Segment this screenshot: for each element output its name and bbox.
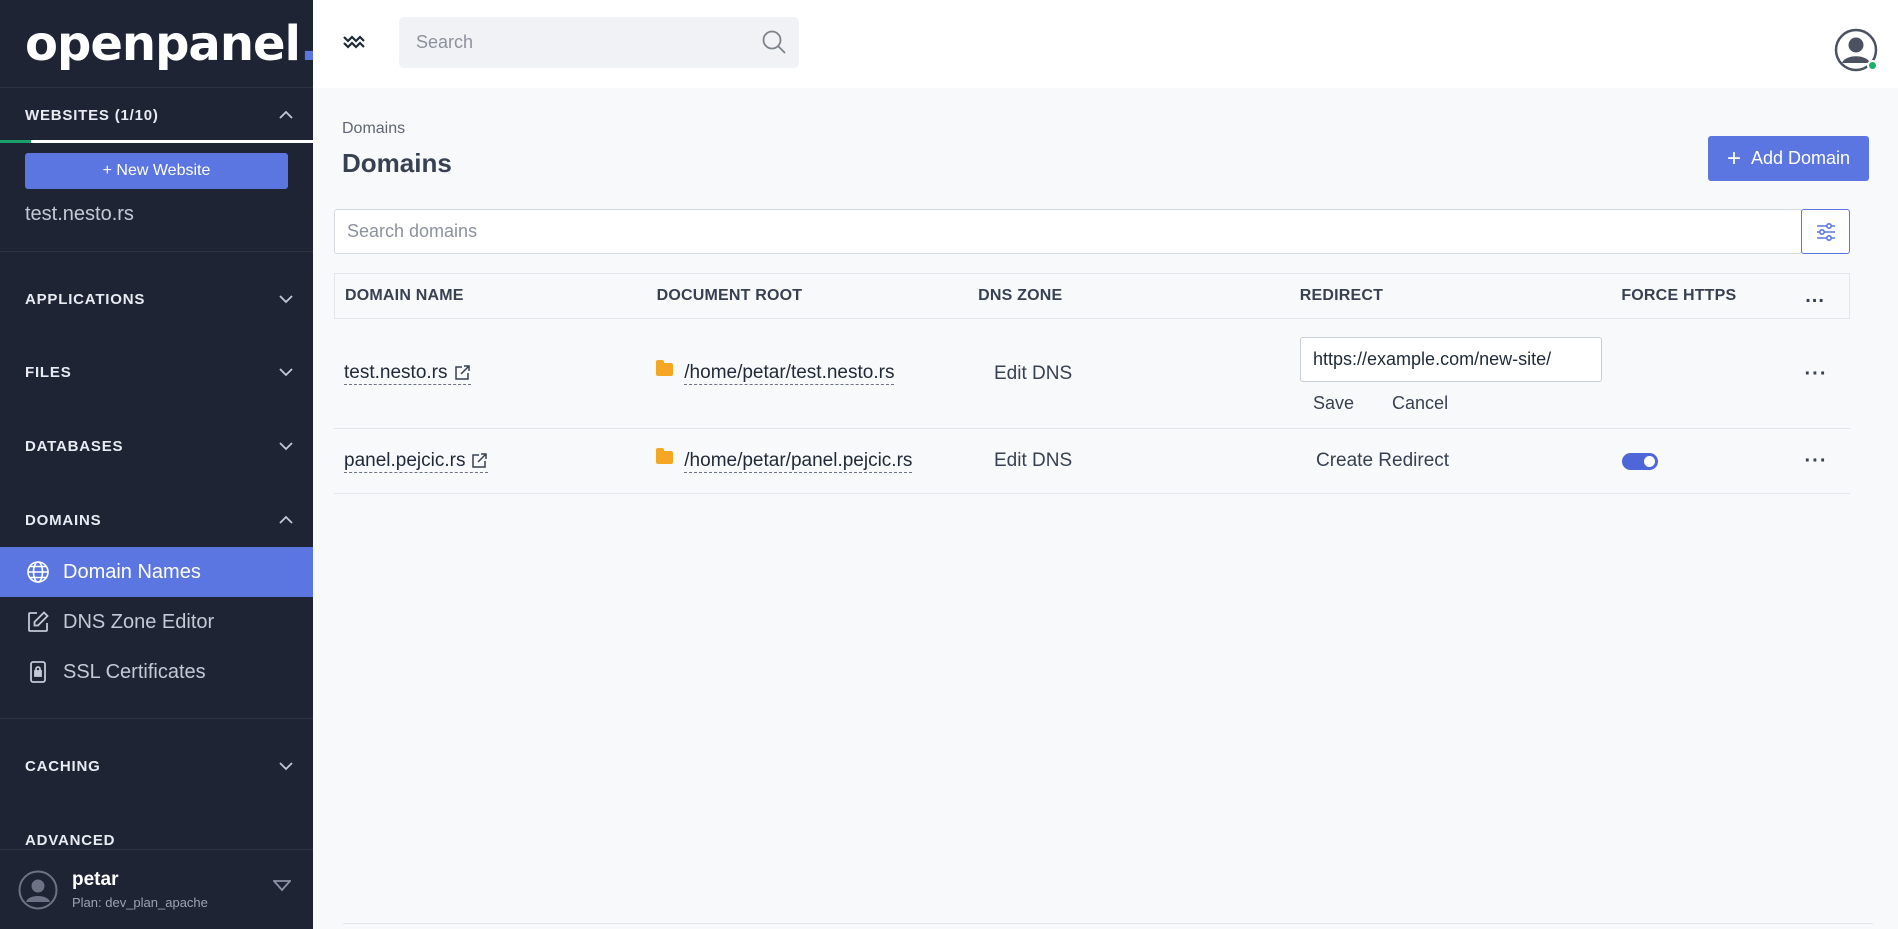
external-link-icon [472, 452, 488, 468]
sidebar-section-caching[interactable]: CACHING [0, 739, 313, 793]
user-plan: Plan: dev_plan_apache [72, 895, 208, 910]
globe-icon [25, 559, 51, 585]
external-link-icon [454, 365, 470, 380]
domain-search-input[interactable]: Search domains [334, 209, 1802, 254]
folder-icon [656, 447, 673, 464]
websites-section-header[interactable]: WEBSITES (1/10) [0, 88, 313, 142]
col-dns-zone[interactable]: DNS ZONE [978, 287, 1300, 305]
sidebar-item-domain-names[interactable]: Domain Names [0, 547, 313, 597]
section-label: DATABASES [25, 437, 124, 455]
sliders-icon [1816, 222, 1835, 241]
sidebar-section-files[interactable]: FILES [0, 345, 313, 399]
domains-table: DOMAIN NAME DOCUMENT ROOT DNS ZONE REDIR… [334, 273, 1850, 494]
caret-down-icon[interactable] [273, 880, 291, 892]
sidebar-section-domains[interactable]: DOMAINS [0, 493, 313, 547]
sidebar-item-label: SSL Certificates [63, 660, 206, 683]
chevron-down-icon [279, 442, 293, 451]
domain-search-placeholder: Search domains [347, 221, 478, 241]
redirect-value: https://example.com/new-site/ [1313, 349, 1552, 369]
footer-divider [343, 923, 1873, 924]
cancel-redirect-button[interactable]: Cancel [1392, 393, 1448, 414]
table-row: panel.pejcic.rs /home/petar/panel.pejcic… [334, 429, 1850, 494]
main-content: Domains Domains + Add Domain Search doma… [313, 88, 1898, 929]
row-actions-menu[interactable]: ··· [1805, 364, 1828, 384]
global-search-input[interactable]: Search [399, 17, 799, 68]
save-redirect-button[interactable]: Save [1313, 393, 1354, 414]
sidebar-item-dns-zone-editor[interactable]: DNS Zone Editor [0, 597, 313, 647]
chevron-up-icon [279, 515, 293, 524]
sidebar-item-label: Domain Names [63, 560, 201, 583]
breadcrumb[interactable]: Domains [342, 120, 405, 138]
domain-name: test.nesto.rs [344, 362, 448, 383]
chevron-down-icon [279, 368, 293, 377]
domain-link[interactable]: panel.pejcic.rs [344, 449, 489, 473]
topbar: Search [313, 0, 1898, 88]
document-root-link[interactable]: /home/petar/panel.pejcic.rs [684, 450, 913, 473]
sidebar-section-databases[interactable]: DATABASES [0, 419, 313, 473]
chevron-up-icon [279, 110, 293, 119]
col-force-https[interactable]: FORCE HTTPS [1621, 287, 1781, 305]
page-title: Domains [342, 148, 452, 178]
sidebar-section-applications[interactable]: APPLICATIONS [0, 272, 313, 326]
sidebar-site-link[interactable]: test.nesto.rs [0, 189, 313, 251]
section-label: CACHING [25, 757, 101, 775]
toggle-knob [1644, 455, 1655, 467]
chevron-down-icon [279, 762, 293, 771]
add-domain-button[interactable]: + Add Domain [1708, 136, 1869, 181]
col-actions-menu[interactable]: ... [1781, 286, 1849, 306]
row-actions-menu[interactable]: ··· [1805, 451, 1828, 471]
new-website-button[interactable]: + New Website [25, 153, 288, 189]
logo[interactable]: openpanel. [0, 0, 313, 88]
section-label: FILES [25, 363, 72, 381]
edit-dns-button[interactable]: Edit DNS [978, 363, 1072, 384]
user-avatar-icon [18, 870, 58, 909]
section-label: APPLICATIONS [25, 290, 146, 308]
lock-icon [25, 659, 51, 685]
document-root-link[interactable]: /home/petar/test.nesto.rs [684, 362, 895, 385]
user-name: petar [72, 869, 119, 890]
section-label: ADVANCED [25, 831, 116, 849]
search-icon[interactable] [761, 29, 787, 55]
col-document-root[interactable]: DOCUMENT ROOT [657, 287, 979, 305]
search-placeholder: Search [416, 32, 474, 52]
online-status-dot [1867, 60, 1878, 71]
domain-name: panel.pejcic.rs [344, 449, 466, 471]
redirect-input[interactable]: https://example.com/new-site/ [1300, 337, 1602, 382]
table-row: test.nesto.rs /home/petar/test.nesto.rs … [334, 319, 1850, 429]
sidebar-item-label: DNS Zone Editor [63, 610, 215, 633]
edit-icon [25, 609, 51, 635]
websites-section-label: WEBSITES (1/10) [25, 106, 159, 124]
menu-toggle-icon[interactable] [343, 30, 367, 54]
domain-link[interactable]: test.nesto.rs [344, 362, 471, 385]
profile-avatar[interactable] [1834, 28, 1878, 72]
col-domain-name[interactable]: DOMAIN NAME [335, 287, 657, 305]
section-label: DOMAINS [25, 511, 102, 529]
table-header: DOMAIN NAME DOCUMENT ROOT DNS ZONE REDIR… [334, 273, 1850, 319]
sidebar-item-ssl-certificates[interactable]: SSL Certificates [0, 647, 313, 697]
create-redirect-button[interactable]: Create Redirect [1300, 450, 1449, 471]
folder-icon [656, 360, 673, 376]
force-https-toggle[interactable] [1622, 452, 1658, 470]
plus-icon: + [1726, 144, 1741, 172]
edit-dns-button[interactable]: Edit DNS [978, 450, 1072, 471]
sidebar: openpanel. WEBSITES (1/10) + New Website… [0, 0, 313, 929]
websites-usage-bar [0, 140, 313, 143]
add-domain-label: Add Domain [1750, 148, 1851, 168]
filter-button[interactable] [1801, 209, 1850, 254]
col-redirect[interactable]: REDIRECT [1300, 287, 1622, 305]
user-menu[interactable]: petar Plan: dev_plan_apache [0, 849, 313, 929]
chevron-down-icon [279, 295, 293, 304]
